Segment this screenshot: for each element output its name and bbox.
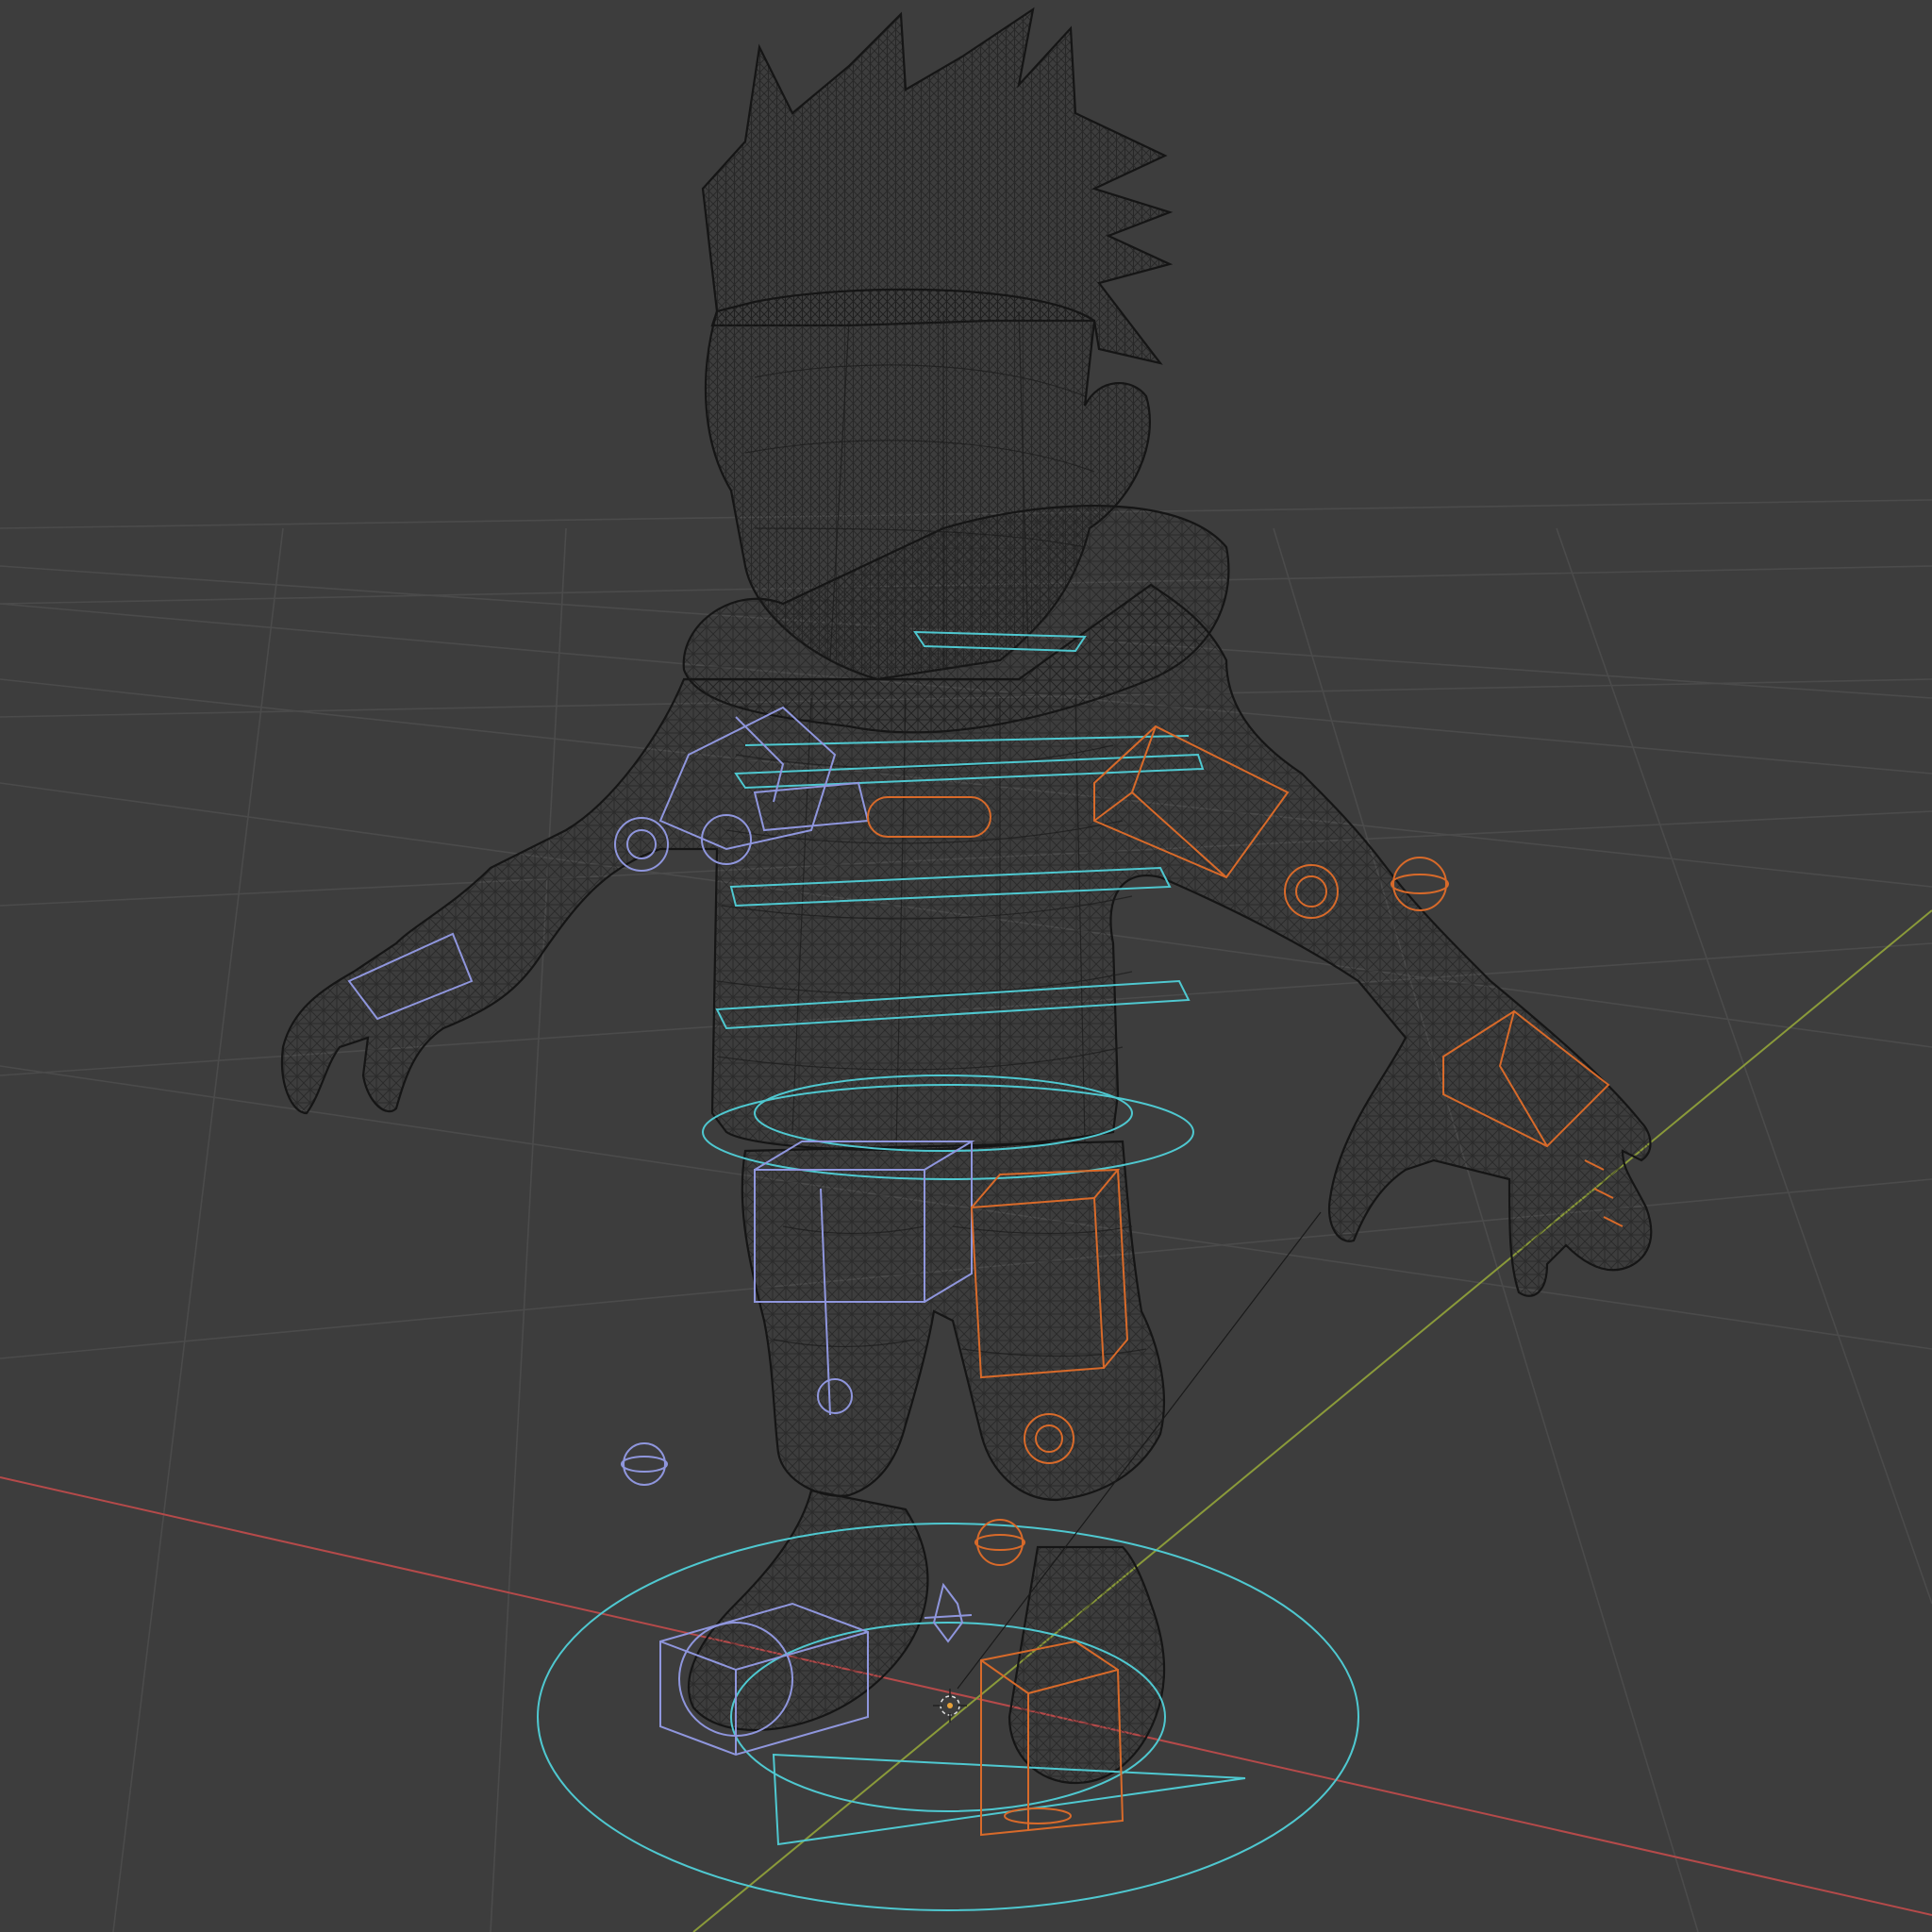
crosshair-icon[interactable]: [933, 1689, 967, 1723]
x-axis-line: [0, 1476, 1932, 1916]
right-toe-control[interactable]: [1004, 1807, 1072, 1824]
center-pivot-control[interactable]: [924, 1582, 973, 1643]
left-knee-pole-ring[interactable]: [621, 1456, 668, 1473]
right-knee-pole[interactable]: [976, 1519, 1024, 1566]
right-knee-pole-ring[interactable]: [974, 1534, 1025, 1551]
left-knee-pole[interactable]: [623, 1442, 666, 1486]
right-shoe-mesh: [1008, 1545, 1166, 1785]
right-arm-pole[interactable]: [1392, 857, 1447, 911]
3d-viewport[interactable]: [0, 0, 1932, 1932]
